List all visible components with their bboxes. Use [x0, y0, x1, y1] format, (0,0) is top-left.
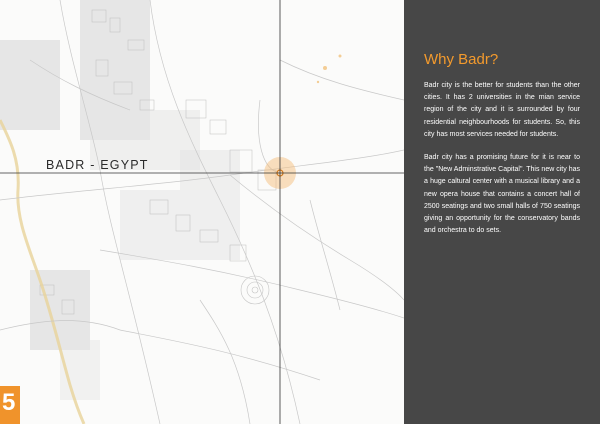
panel-title: Why Badr?	[424, 51, 499, 68]
panel-paragraph-1: Badr city is the better for students tha…	[424, 82, 580, 138]
panel-paragraph-2: Badr city has a promising future for it …	[424, 154, 580, 235]
info-panel: Why Badr? Badr city is the better for st…	[404, 0, 600, 424]
roundabout-district	[240, 275, 270, 305]
page-number: 5	[2, 389, 16, 416]
location-label: BADR - EGYPT	[46, 158, 149, 172]
city-map[interactable]: BADR - EGYPT	[0, 0, 404, 424]
poi-markers	[316, 54, 342, 84]
urban-texture	[0, 0, 240, 400]
map-graphic	[0, 0, 404, 424]
